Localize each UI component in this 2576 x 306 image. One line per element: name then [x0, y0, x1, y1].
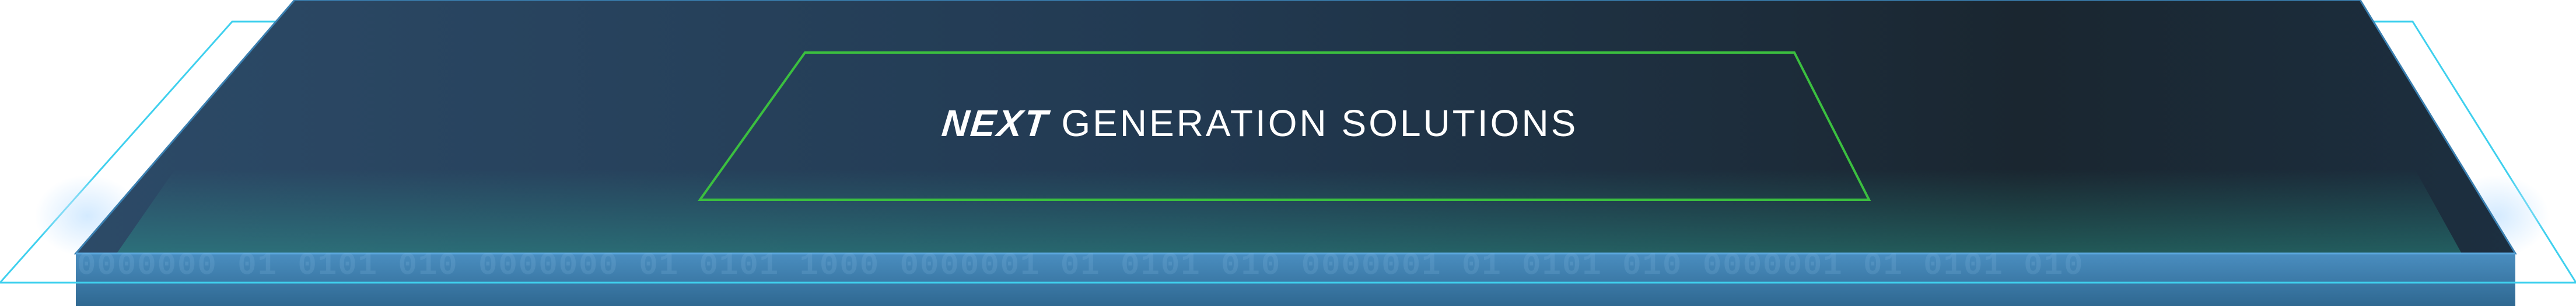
headline-part1: NEXT: [939, 102, 1051, 144]
platform-glow-band: [117, 169, 2462, 253]
headline: NEXT GENERATION SOLUTIONS: [770, 97, 1750, 149]
binary-pattern: 0000000 01 0101 010 0000000 01 0101 1000…: [77, 249, 2084, 284]
headline-part2: GENERATION SOLUTIONS: [1061, 102, 1578, 144]
banner-stage: 0000000 01 0101 010 0000000 01 0101 1000…: [0, 0, 2576, 306]
